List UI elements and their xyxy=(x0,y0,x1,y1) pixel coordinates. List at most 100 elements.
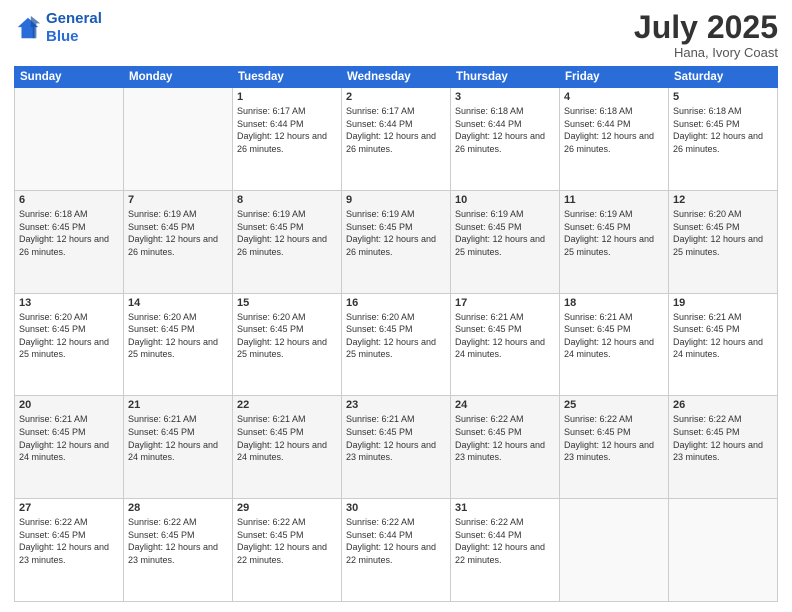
day-cell: 10 Sunrise: 6:19 AM Sunset: 6:45 PM Dayli… xyxy=(451,190,560,293)
day-number: 9 xyxy=(346,194,446,206)
day-cell: 17Sunrise: 6:21 AM Sunset: 6:45 PM Dayli… xyxy=(451,293,560,396)
day-info: Sunrise: 6:20 AM Sunset: 6:45 PM Dayligh… xyxy=(19,311,119,361)
day-info: Sunrise: 6:20 AM Sunset: 6:45 PM Dayligh… xyxy=(346,311,446,361)
day-number: 30 xyxy=(346,502,446,514)
day-info: Sunrise: 6:18 AM Sunset: 6:45 PM Dayligh… xyxy=(673,105,773,155)
day-info: Sunrise: 6:21 AM Sunset: 6:45 PM Dayligh… xyxy=(564,311,664,361)
day-cell: 16 Sunrise: 6:20 AM Sunset: 6:45 PM Dayli… xyxy=(342,293,451,396)
day-number: 8 xyxy=(237,194,337,206)
weekday-header-tuesday: Tuesday xyxy=(233,67,342,88)
day-number: 4 xyxy=(564,91,664,103)
day-number: 7 xyxy=(128,194,228,206)
day-info: Sunrise: 6:19 AM Sunset: 6:45 PM Dayligh… xyxy=(346,208,446,258)
day-info: Sunrise: 6:17 AM Sunset: 6:44 PM Dayligh… xyxy=(237,105,337,155)
day-number: 11 xyxy=(564,194,664,206)
day-cell: 25 Sunrise: 6:22 AM Sunset: 6:45 PM Dayli… xyxy=(560,396,669,499)
day-info: Sunrise: 6:19 AM Sunset: 6:45 PM Dayligh… xyxy=(455,208,555,258)
day-number: 28 xyxy=(128,502,228,514)
day-number: 16 xyxy=(346,297,446,309)
day-cell: 27Sunrise: 6:22 AM Sunset: 6:45 PM Dayli… xyxy=(15,499,124,602)
weekday-header-sunday: Sunday xyxy=(15,67,124,88)
weekday-header-saturday: Saturday xyxy=(669,67,778,88)
logo-line2: Blue xyxy=(46,28,79,45)
day-info: Sunrise: 6:20 AM Sunset: 6:45 PM Dayligh… xyxy=(673,208,773,258)
day-number: 1 xyxy=(237,91,337,103)
day-cell xyxy=(669,499,778,602)
day-info: Sunrise: 6:20 AM Sunset: 6:45 PM Dayligh… xyxy=(237,311,337,361)
day-info: Sunrise: 6:21 AM Sunset: 6:45 PM Dayligh… xyxy=(455,311,555,361)
day-number: 24 xyxy=(455,399,555,411)
day-cell: 28 Sunrise: 6:22 AM Sunset: 6:45 PM Dayli… xyxy=(124,499,233,602)
day-info: Sunrise: 6:19 AM Sunset: 6:45 PM Dayligh… xyxy=(128,208,228,258)
day-info: Sunrise: 6:22 AM Sunset: 6:44 PM Dayligh… xyxy=(346,516,446,566)
day-cell: 26Sunrise: 6:22 AM Sunset: 6:45 PM Dayli… xyxy=(669,396,778,499)
day-number: 20 xyxy=(19,399,119,411)
day-info: Sunrise: 6:22 AM Sunset: 6:45 PM Dayligh… xyxy=(455,413,555,463)
day-cell xyxy=(124,88,233,191)
week-row-5: 27Sunrise: 6:22 AM Sunset: 6:45 PM Dayli… xyxy=(15,499,778,602)
day-cell: 5 Sunrise: 6:18 AM Sunset: 6:45 PM Daylig… xyxy=(669,88,778,191)
day-number: 29 xyxy=(237,502,337,514)
day-cell: 13Sunrise: 6:20 AM Sunset: 6:45 PM Dayli… xyxy=(15,293,124,396)
day-cell: 11 Sunrise: 6:19 AM Sunset: 6:45 PM Dayli… xyxy=(560,190,669,293)
day-cell: 12Sunrise: 6:20 AM Sunset: 6:45 PM Dayli… xyxy=(669,190,778,293)
day-cell: 31 Sunrise: 6:22 AM Sunset: 6:44 PM Dayli… xyxy=(451,499,560,602)
logo-line1: General xyxy=(46,10,102,27)
day-cell: 9 Sunrise: 6:19 AM Sunset: 6:45 PM Daylig… xyxy=(342,190,451,293)
day-number: 5 xyxy=(673,91,773,103)
weekday-header-thursday: Thursday xyxy=(451,67,560,88)
day-info: Sunrise: 6:22 AM Sunset: 6:45 PM Dayligh… xyxy=(128,516,228,566)
day-number: 10 xyxy=(455,194,555,206)
day-cell: 3Sunrise: 6:18 AM Sunset: 6:44 PM Daylig… xyxy=(451,88,560,191)
header-row: SundayMondayTuesdayWednesdayThursdayFrid… xyxy=(15,67,778,88)
day-info: Sunrise: 6:22 AM Sunset: 6:45 PM Dayligh… xyxy=(564,413,664,463)
day-info: Sunrise: 6:21 AM Sunset: 6:45 PM Dayligh… xyxy=(237,413,337,463)
page: General Blue July 2025 Hana, Ivory Coast… xyxy=(0,0,792,612)
logo-icon xyxy=(14,14,42,42)
day-cell: 18 Sunrise: 6:21 AM Sunset: 6:45 PM Dayli… xyxy=(560,293,669,396)
logo-text: General Blue xyxy=(46,10,102,46)
day-cell: 7 Sunrise: 6:19 AM Sunset: 6:45 PM Daylig… xyxy=(124,190,233,293)
day-number: 18 xyxy=(564,297,664,309)
day-info: Sunrise: 6:17 AM Sunset: 6:44 PM Dayligh… xyxy=(346,105,446,155)
day-number: 14 xyxy=(128,297,228,309)
weekday-header-monday: Monday xyxy=(124,67,233,88)
day-cell xyxy=(560,499,669,602)
day-info: Sunrise: 6:18 AM Sunset: 6:44 PM Dayligh… xyxy=(564,105,664,155)
day-info: Sunrise: 6:22 AM Sunset: 6:45 PM Dayligh… xyxy=(19,516,119,566)
day-cell: 30 Sunrise: 6:22 AM Sunset: 6:44 PM Dayli… xyxy=(342,499,451,602)
day-number: 2 xyxy=(346,91,446,103)
day-number: 25 xyxy=(564,399,664,411)
day-number: 31 xyxy=(455,502,555,514)
day-info: Sunrise: 6:20 AM Sunset: 6:45 PM Dayligh… xyxy=(128,311,228,361)
day-cell: 23 Sunrise: 6:21 AM Sunset: 6:45 PM Dayli… xyxy=(342,396,451,499)
day-number: 19 xyxy=(673,297,773,309)
week-row-4: 20 Sunrise: 6:21 AM Sunset: 6:45 PM Dayli… xyxy=(15,396,778,499)
day-info: Sunrise: 6:22 AM Sunset: 6:44 PM Dayligh… xyxy=(455,516,555,566)
day-cell: 21 Sunrise: 6:21 AM Sunset: 6:45 PM Dayli… xyxy=(124,396,233,499)
day-cell: 29 Sunrise: 6:22 AM Sunset: 6:45 PM Dayli… xyxy=(233,499,342,602)
weekday-header-friday: Friday xyxy=(560,67,669,88)
week-row-2: 6Sunrise: 6:18 AM Sunset: 6:45 PM Daylig… xyxy=(15,190,778,293)
header: General Blue July 2025 Hana, Ivory Coast xyxy=(14,10,778,60)
day-cell: 4 Sunrise: 6:18 AM Sunset: 6:44 PM Daylig… xyxy=(560,88,669,191)
day-info: Sunrise: 6:19 AM Sunset: 6:45 PM Dayligh… xyxy=(237,208,337,258)
day-info: Sunrise: 6:22 AM Sunset: 6:45 PM Dayligh… xyxy=(237,516,337,566)
title-block: July 2025 Hana, Ivory Coast xyxy=(634,10,778,60)
day-info: Sunrise: 6:22 AM Sunset: 6:45 PM Dayligh… xyxy=(673,413,773,463)
day-number: 23 xyxy=(346,399,446,411)
day-info: Sunrise: 6:21 AM Sunset: 6:45 PM Dayligh… xyxy=(346,413,446,463)
day-info: Sunrise: 6:18 AM Sunset: 6:44 PM Dayligh… xyxy=(455,105,555,155)
day-number: 22 xyxy=(237,399,337,411)
day-cell: 24 Sunrise: 6:22 AM Sunset: 6:45 PM Dayli… xyxy=(451,396,560,499)
month-title: July 2025 xyxy=(634,10,778,45)
day-cell: 20 Sunrise: 6:21 AM Sunset: 6:45 PM Dayli… xyxy=(15,396,124,499)
day-info: Sunrise: 6:21 AM Sunset: 6:45 PM Dayligh… xyxy=(673,311,773,361)
day-info: Sunrise: 6:21 AM Sunset: 6:45 PM Dayligh… xyxy=(19,413,119,463)
day-info: Sunrise: 6:21 AM Sunset: 6:45 PM Dayligh… xyxy=(128,413,228,463)
day-cell: 1 Sunrise: 6:17 AM Sunset: 6:44 PM Daylig… xyxy=(233,88,342,191)
calendar: SundayMondayTuesdayWednesdayThursdayFrid… xyxy=(14,66,778,602)
day-cell: 15Sunrise: 6:20 AM Sunset: 6:45 PM Dayli… xyxy=(233,293,342,396)
day-info: Sunrise: 6:19 AM Sunset: 6:45 PM Dayligh… xyxy=(564,208,664,258)
day-number: 21 xyxy=(128,399,228,411)
